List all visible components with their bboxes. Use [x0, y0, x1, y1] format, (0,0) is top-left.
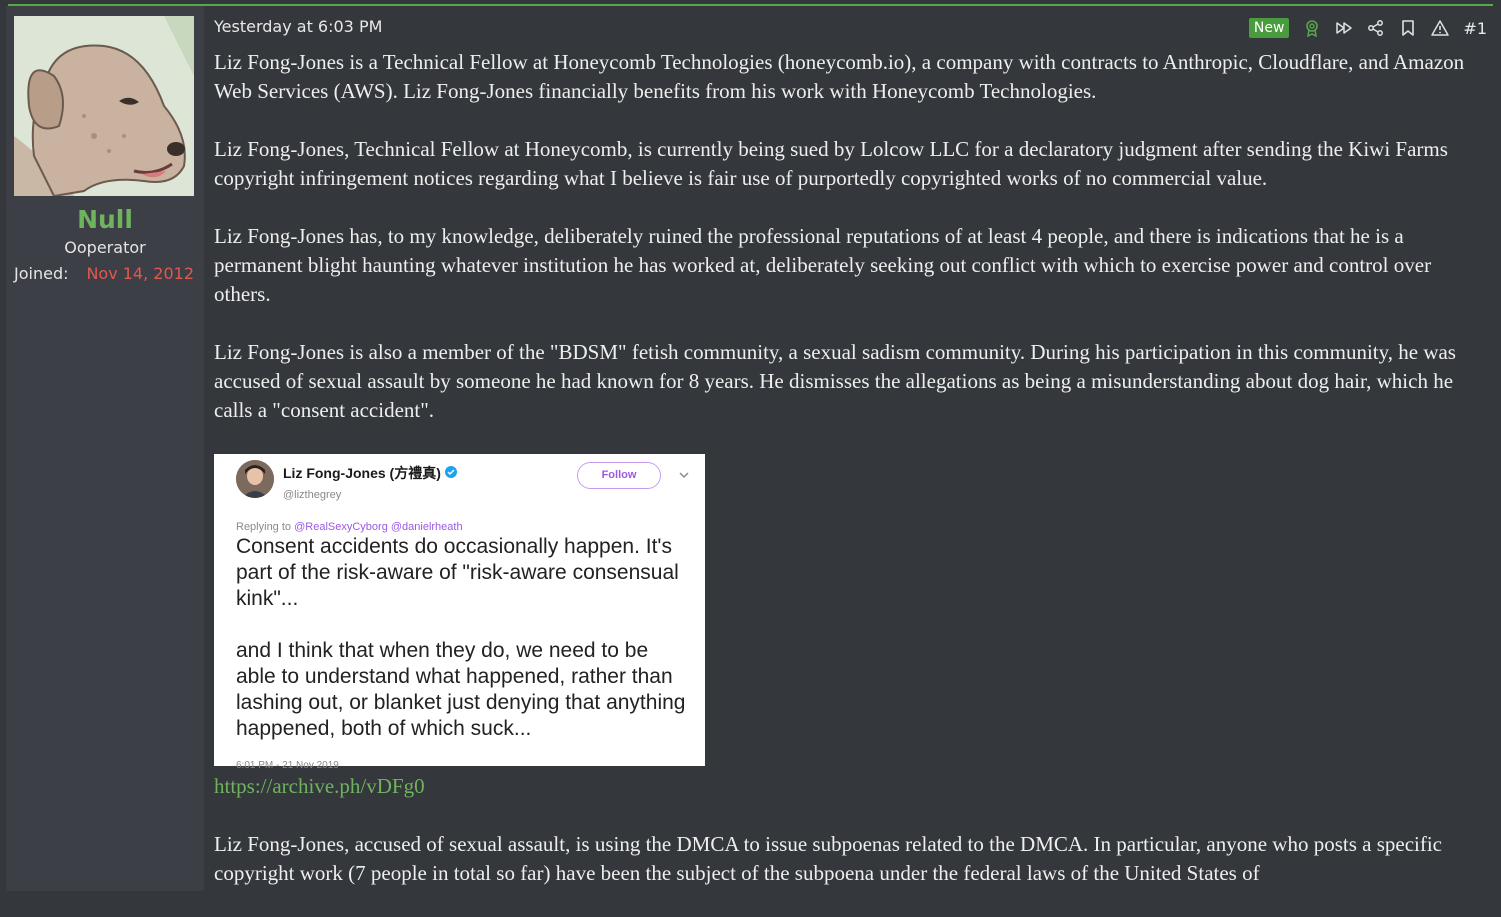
tweet-mentions: @RealSexyCyborg @danielrheath: [294, 521, 463, 533]
post-body: Liz Fong-Jones is a Technical Fellow at …: [214, 48, 1489, 917]
embedded-tweet-image[interactable]: Liz Fong-Jones (方禮真) @lizthegrey Follow …: [214, 454, 705, 771]
tweet-handle: @lizthegrey: [283, 489, 342, 501]
tweet-avatar: [236, 460, 274, 498]
paragraph: Liz Fong-Jones has, to my knowledge, del…: [214, 224, 1432, 306]
tweet-text-line: and I think that when they do, we need t…: [236, 639, 686, 740]
forum-post: Null Ooperator Joined: Nov 14, 2012 Yest…: [6, 6, 1495, 891]
post-main: Yesterday at 6:03 PM New #1 Liz Fong-Jon…: [204, 6, 1495, 891]
replying-to-label: Replying to: [236, 521, 292, 533]
user-title: Ooperator: [64, 238, 146, 257]
fast-forward-icon[interactable]: [1335, 19, 1353, 37]
tweet-timestamp: 6:01 PM - 21 Nov 2019: [236, 760, 339, 771]
dog-avatar-icon: [14, 16, 194, 196]
user-avatar[interactable]: [14, 16, 194, 196]
paragraph: Liz Fong-Jones is also a member of the "…: [214, 340, 1456, 422]
user-sidebar: Null Ooperator Joined: Nov 14, 2012: [6, 6, 204, 891]
post-actions: New #1: [1248, 16, 1487, 40]
joined-label: Joined:: [14, 264, 69, 283]
tweet-text-line: Consent accidents do occasionally happen…: [236, 535, 679, 610]
tweet-text: Consent accidents do occasionally happen…: [236, 534, 691, 742]
verified-icon: [444, 466, 457, 478]
profile-photo-icon: [236, 460, 274, 498]
bookmark-icon[interactable]: [1399, 19, 1417, 37]
archive-link[interactable]: https://archive.ph/vDFg0: [214, 772, 1489, 801]
username[interactable]: Null: [6, 205, 204, 234]
paragraph: Liz Fong-Jones, Technical Fellow at Hone…: [214, 137, 1448, 190]
post-timestamp[interactable]: Yesterday at 6:03 PM: [214, 17, 382, 36]
report-warning-icon[interactable]: [1431, 19, 1450, 37]
tweet-follow-button: Follow: [577, 462, 661, 489]
paragraph: Liz Fong-Jones, accused of sexual assaul…: [214, 832, 1442, 885]
post-number-link[interactable]: #1: [1463, 19, 1487, 38]
share-icon[interactable]: [1367, 19, 1385, 37]
new-badge: New: [1248, 18, 1290, 38]
joined-date: Nov 14, 2012: [86, 264, 194, 283]
chevron-down-icon: [679, 472, 689, 479]
award-icon[interactable]: [1303, 19, 1321, 37]
paragraph: Liz Fong-Jones is a Technical Fellow at …: [214, 50, 1465, 103]
